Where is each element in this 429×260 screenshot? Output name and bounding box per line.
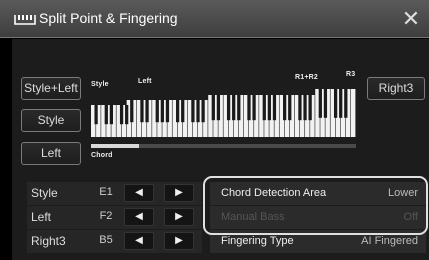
black-key [232,95,236,121]
black-key [145,100,149,123]
chord-range-bar [91,144,356,148]
black-key [181,100,185,123]
black-key [140,100,144,123]
black-key [237,95,241,121]
black-key [247,95,251,121]
black-key [298,95,302,121]
style-zone-label: Style [91,81,109,88]
black-key [226,95,231,121]
chord-detection-area-row[interactable]: Chord Detection Area Lower [210,182,426,205]
black-key [155,100,159,123]
black-key [283,95,287,121]
split-point-value: F2 [99,210,113,222]
r1r2-zone-label: R1+R2 [295,74,318,81]
split-point-name: Style [31,186,58,200]
black-key [160,100,164,123]
page-title: Split Point & Fingering [39,10,178,26]
setting-value: AI Fingered [361,235,418,247]
split-point-name: Left [31,210,52,224]
black-key [303,95,307,121]
black-key [344,89,348,118]
black-key [272,95,277,121]
black-key [94,105,98,125]
fingering-type-row[interactable]: Fingering Type AI Fingered [210,230,426,253]
r3-zone-label: R3 [346,71,356,78]
setting-value: Off [403,211,418,223]
chord-range-fill [91,144,139,148]
left-button[interactable]: Left [21,142,81,165]
black-key [201,100,205,123]
black-key [109,105,114,125]
increase-button[interactable]: ▶ [164,208,194,226]
black-key [252,95,256,121]
black-key [191,100,195,123]
black-key [119,105,124,125]
setting-name: Chord Detection Area [221,187,327,199]
style-left-button[interactable]: Style+Left [21,77,81,100]
split-point-row-left: Left F2 ◀ ▶ [27,206,202,229]
chord-zone-label: Chord [91,152,113,159]
white-key [350,89,356,137]
keyboard-icon [14,15,36,25]
decrease-button[interactable]: ◀ [124,208,154,226]
split-point-value: E1 [99,186,113,198]
black-key [333,89,338,118]
setting-name: Fingering Type [221,235,294,247]
black-key [211,95,215,121]
increase-button[interactable]: ▶ [164,232,194,250]
decrease-button[interactable]: ◀ [124,232,154,250]
black-key [216,95,221,121]
black-key [288,95,292,121]
black-key [196,100,200,123]
black-key [318,89,322,118]
black-key [165,100,170,123]
split-point-value: B5 [99,234,113,246]
split-point-row-style: Style E1 ◀ ▶ [27,182,202,205]
black-key [130,100,134,123]
piano-keyboard[interactable] [91,89,356,137]
black-key [323,89,328,118]
title-bar: Split Point & Fingering ✕ [0,0,429,38]
decrease-button[interactable]: ◀ [124,184,154,202]
right3-button[interactable]: Right3 [367,77,425,100]
style-button[interactable]: Style [21,109,81,132]
black-key [104,105,108,125]
split-point-row-right3: Right3 B5 ◀ ▶ [27,230,202,253]
split-point-name: Right3 [31,234,66,248]
setting-value: Lower [388,187,418,199]
manual-bass-row: Manual Bass Off [210,206,426,229]
increase-button[interactable]: ▶ [164,184,194,202]
left-zone-label: Left [138,78,152,85]
black-key [262,95,266,121]
close-icon[interactable]: ✕ [399,6,423,32]
black-key [308,95,312,121]
black-key [176,100,180,123]
black-key [339,89,343,118]
black-key [267,95,271,121]
setting-name: Manual Bass [221,211,285,223]
black-key [125,105,129,125]
